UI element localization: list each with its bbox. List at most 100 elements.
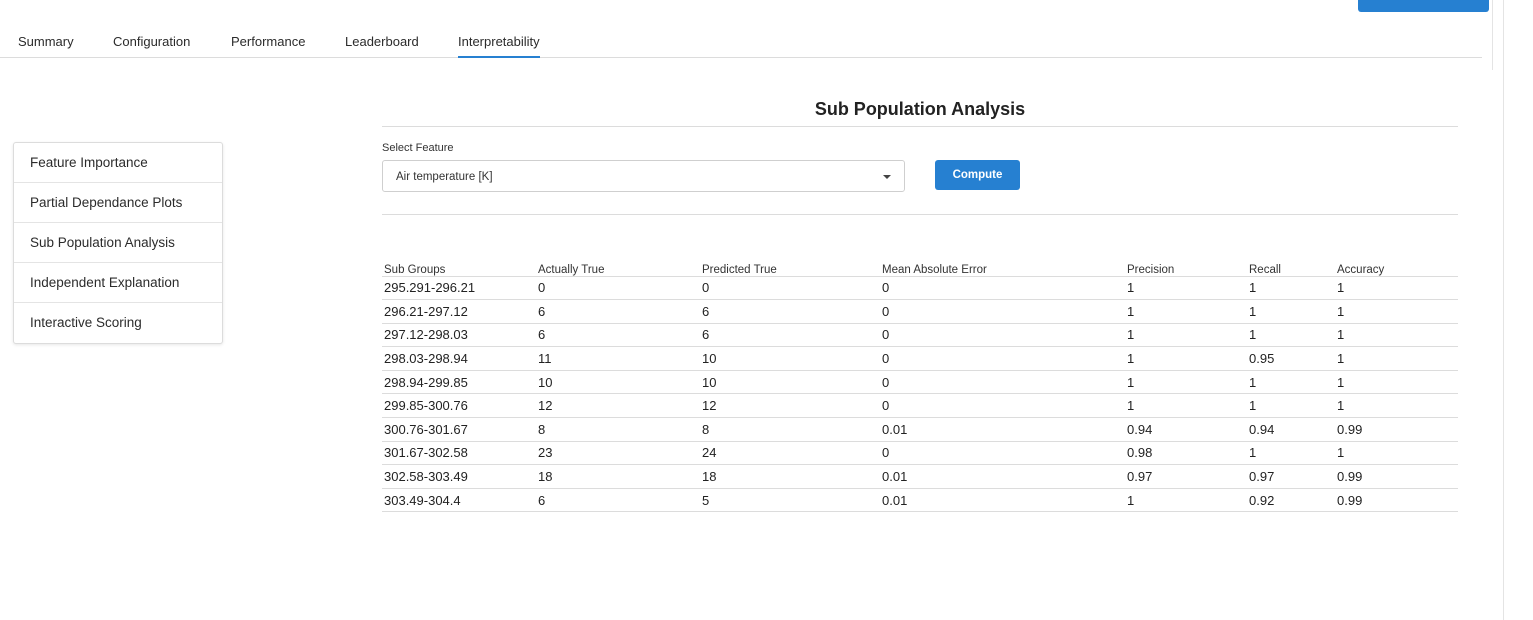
table-cell: 1	[1247, 370, 1335, 395]
table-cell: 298.94-299.85	[382, 370, 536, 395]
table-cell: 301.67-302.58	[382, 441, 536, 466]
table-cell: 1	[1125, 488, 1247, 513]
table-cell: 0	[536, 276, 700, 301]
top-action-button[interactable]	[1358, 0, 1489, 12]
table-cell: 24	[700, 441, 880, 466]
table-cell: 0	[880, 323, 1125, 348]
table-cell: 1	[1335, 346, 1458, 371]
table-cell: 296.21-297.12	[382, 299, 536, 324]
table-cell: 0.98	[1125, 441, 1247, 466]
table-cell: 1	[1247, 299, 1335, 324]
sub-population-table: Sub Groups Actually True Predicted True …	[382, 257, 1458, 513]
table-cell: 1	[1125, 393, 1247, 419]
tab-interpretability[interactable]: Interpretability	[458, 34, 540, 58]
table-cell: 1	[1125, 276, 1247, 301]
page-title: Sub Population Analysis	[814, 99, 1026, 119]
sidebar-item-independent-explanation[interactable]: Independent Explanation	[14, 263, 222, 303]
chevron-down-icon	[883, 175, 891, 179]
table-cell: 297.12-298.03	[382, 323, 536, 348]
table-cell: 1	[1335, 276, 1458, 301]
table-cell: 12	[536, 393, 700, 419]
table-row: 298.03-298.94 11 10 0 1 0.95 1	[382, 346, 1458, 371]
column-header: Actually True	[536, 257, 700, 277]
table-cell: 299.85-300.76	[382, 393, 536, 419]
table-cell: 303.49-304.4	[382, 488, 536, 513]
table-cell: 6	[536, 299, 700, 324]
table-cell: 1	[1125, 370, 1247, 395]
controls-divider	[382, 214, 1458, 215]
column-header: Predicted True	[700, 257, 880, 277]
tab-performance[interactable]: Performance	[231, 34, 305, 58]
table-cell: 0.01	[880, 417, 1125, 442]
table-cell: 5	[700, 488, 880, 513]
table-cell: 0	[700, 276, 880, 301]
table-cell: 1	[1335, 370, 1458, 395]
table-cell: 8	[700, 417, 880, 442]
table-cell: 0	[880, 299, 1125, 324]
table-cell: 23	[536, 441, 700, 466]
table-row: 303.49-304.4 6 5 0.01 1 0.92 0.99	[382, 488, 1458, 513]
column-header: Sub Groups	[382, 257, 536, 277]
table-cell: 8	[536, 417, 700, 442]
tab-summary[interactable]: Summary	[18, 34, 74, 58]
table-cell: 12	[700, 393, 880, 419]
feature-select-value: Air temperature [K]	[396, 171, 493, 183]
table-cell: 0	[880, 441, 1125, 466]
table-cell: 1	[1125, 299, 1247, 324]
table-cell: 6	[700, 323, 880, 348]
compute-button[interactable]: Compute	[935, 160, 1020, 190]
column-header: Accuracy	[1335, 257, 1458, 277]
tab-configuration[interactable]: Configuration	[113, 34, 190, 58]
table-row: 296.21-297.12 6 6 0 1 1 1	[382, 299, 1458, 324]
tab-bar: Summary Configuration Performance Leader…	[0, 30, 1482, 58]
column-header: Precision	[1125, 257, 1247, 277]
page-edge-divider	[1503, 0, 1504, 620]
table-row: 297.12-298.03 6 6 0 1 1 1	[382, 323, 1458, 348]
table-cell: 302.58-303.49	[382, 464, 536, 489]
table-row: 295.291-296.21 0 0 0 1 1 1	[382, 276, 1458, 301]
table-cell: 0.95	[1247, 346, 1335, 371]
table-cell: 298.03-298.94	[382, 346, 536, 371]
table-cell: 0.94	[1247, 417, 1335, 442]
table-cell: 0.97	[1125, 464, 1247, 489]
select-feature-label: Select Feature	[382, 142, 454, 154]
table-cell: 0.01	[880, 464, 1125, 489]
table-cell: 18	[536, 464, 700, 489]
title-divider	[382, 126, 1458, 127]
sidebar-item-partial-dependance-plots[interactable]: Partial Dependance Plots	[14, 183, 222, 223]
table-cell: 11	[536, 346, 700, 371]
table-cell: 1	[1335, 393, 1458, 419]
table-row: 298.94-299.85 10 10 0 1 1 1	[382, 370, 1458, 395]
column-header: Mean Absolute Error	[880, 257, 1125, 277]
table-cell: 10	[536, 370, 700, 395]
table-cell: 1	[1125, 323, 1247, 348]
table-row: 302.58-303.49 18 18 0.01 0.97 0.97 0.99	[382, 464, 1458, 489]
table-cell: 0	[880, 346, 1125, 371]
sidebar-item-feature-importance[interactable]: Feature Importance	[14, 143, 222, 183]
table-cell: 0.92	[1247, 488, 1335, 513]
column-header: Recall	[1247, 257, 1335, 277]
table-cell: 300.76-301.67	[382, 417, 536, 442]
feature-select[interactable]: Air temperature [K]	[382, 160, 905, 192]
tab-leaderboard[interactable]: Leaderboard	[345, 34, 419, 58]
table-cell: 10	[700, 346, 880, 371]
table-cell: 0.99	[1335, 417, 1458, 442]
table-cell: 0.97	[1247, 464, 1335, 489]
table-cell: 1	[1335, 441, 1458, 466]
table-cell: 0	[880, 370, 1125, 395]
table-cell: 0	[880, 393, 1125, 419]
table-row: 301.67-302.58 23 24 0 0.98 1 1	[382, 441, 1458, 466]
table-cell: 1	[1247, 323, 1335, 348]
table-row: 299.85-300.76 12 12 0 1 1 1	[382, 393, 1458, 419]
table-cell: 1	[1335, 323, 1458, 348]
table-cell: 10	[700, 370, 880, 395]
table-cell: 295.291-296.21	[382, 276, 536, 301]
sidebar-item-sub-population-analysis[interactable]: Sub Population Analysis	[14, 223, 222, 263]
table-row: 300.76-301.67 8 8 0.01 0.94 0.94 0.99	[382, 417, 1458, 442]
table-cell: 6	[700, 299, 880, 324]
table-cell: 1	[1247, 276, 1335, 301]
table-cell: 0.01	[880, 488, 1125, 513]
table-cell: 18	[700, 464, 880, 489]
table-cell: 0.99	[1335, 488, 1458, 513]
sidebar-item-interactive-scoring[interactable]: Interactive Scoring	[14, 303, 222, 343]
